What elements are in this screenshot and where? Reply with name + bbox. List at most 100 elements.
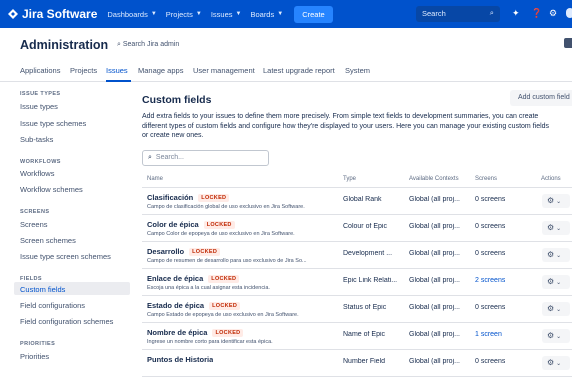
sidebar-item-workflow-schemes[interactable]: Workflow schemes: [20, 185, 83, 194]
settings-gear-icon[interactable]: ⚙: [549, 8, 557, 19]
sidebar-item-issue-types[interactable]: Issue types: [20, 102, 58, 111]
field-name-text: Color de épica: [147, 220, 199, 229]
description-line: Add extra fields to your issues to defin…: [142, 113, 539, 120]
sidebar-item-issue-type-schemes[interactable]: Issue type schemes: [20, 119, 86, 128]
search-icon: ⌕: [148, 154, 152, 161]
chevron-down-icon: ▼: [150, 11, 157, 17]
gear-icon: ⚙: [547, 223, 555, 232]
field-type: Epic Link Relati...: [343, 277, 398, 284]
table-row: Puntos de Historia Number Field Global (al…: [142, 350, 572, 377]
feedback-icon[interactable]: [564, 38, 572, 48]
filter-placeholder: Search...: [155, 154, 184, 161]
tab-applications[interactable]: Applications: [20, 66, 60, 75]
field-screens[interactable]: 1 screen: [475, 331, 502, 338]
field-type: Number Field: [343, 358, 386, 365]
locked-badge: LOCKED: [198, 194, 230, 203]
field-actions-button[interactable]: ⚙ ⌄: [542, 356, 570, 370]
section-description: Add extra fields to your issues to defin…: [142, 112, 572, 141]
field-context: Global (all proj...: [409, 223, 460, 230]
table-row: Clasificación LOCKED Campo de clasificació…: [142, 188, 572, 215]
field-context: Global (all proj...: [409, 196, 460, 203]
sidebar-item-priorities[interactable]: Priorities: [20, 352, 49, 361]
column-header-type: Type: [343, 176, 357, 182]
notifications-icon[interactable]: ✦: [512, 8, 520, 19]
sidebar-item-screens[interactable]: Screens: [20, 220, 48, 229]
nav-issues[interactable]: Issues ▼: [211, 10, 242, 19]
sidebar-item-field-configuration-schemes[interactable]: Field configuration schemes: [20, 317, 113, 326]
sidebar-heading-screens: SCREENS: [20, 209, 50, 215]
chevron-down-icon: ⌄: [556, 334, 562, 340]
tab-latest-upgrade-report[interactable]: Latest upgrade report: [263, 66, 335, 75]
field-actions-button[interactable]: ⚙ ⌄: [542, 329, 570, 343]
field-name[interactable]: Desarrollo LOCKED: [147, 247, 221, 257]
gear-icon: ⚙: [547, 250, 555, 259]
custom-field-search-input[interactable]: ⌕ Search...: [142, 150, 269, 166]
field-description: Campo Color de epopeya de uso exclusivo …: [147, 231, 295, 237]
field-screens: 0 screens: [475, 304, 506, 311]
nav-projects[interactable]: Projects ▼: [166, 10, 202, 19]
field-screens: 0 screens: [475, 358, 506, 365]
field-type: Name of Epic: [343, 331, 386, 338]
jira-logo[interactable]: Jira Software: [8, 7, 97, 21]
search-icon: ⌕: [117, 41, 121, 48]
sidebar-item-custom-fields[interactable]: Custom fields: [20, 285, 65, 294]
field-actions-button[interactable]: ⚙ ⌄: [542, 248, 570, 262]
field-actions-button[interactable]: ⚙ ⌄: [542, 302, 570, 316]
field-description: Campo de resumen de desarrollo para uso …: [147, 258, 307, 264]
table-row: Color de épica LOCKED Campo Color de epope…: [142, 215, 572, 242]
field-name[interactable]: Enlace de épica LOCKED: [147, 274, 240, 284]
locked-badge: LOCKED: [189, 248, 221, 257]
column-header-contexts: Available Contexts: [409, 176, 459, 182]
field-actions-button[interactable]: ⚙ ⌄: [542, 194, 570, 208]
active-tab-indicator: [106, 80, 131, 82]
description-line: different types of custom fields and con…: [142, 122, 550, 130]
tab-manage-apps[interactable]: Manage apps: [138, 66, 183, 75]
nav-projects-label: Projects: [165, 9, 193, 19]
locked-badge: LOCKED: [208, 275, 240, 284]
sidebar-item-field-configurations[interactable]: Field configurations: [20, 301, 85, 310]
sidebar-heading-priorities: PRIORITIES: [20, 341, 56, 347]
field-screens[interactable]: 2 screens: [475, 277, 505, 284]
field-name-text: Desarrollo: [147, 247, 185, 256]
sidebar-item-workflows[interactable]: Workflows: [20, 169, 54, 178]
admin-tabs: Applications Projects Issues Manage apps…: [0, 66, 572, 82]
tab-user-management[interactable]: User management: [193, 66, 255, 75]
field-name[interactable]: Color de épica LOCKED: [147, 220, 235, 230]
table-row: Estado de épica LOCKED Campo Estado de epo…: [142, 296, 572, 323]
product-name: Jira Software: [22, 7, 98, 21]
nav-boards[interactable]: Boards ▼: [250, 10, 283, 19]
field-name-text: Clasificación: [147, 193, 194, 202]
help-icon[interactable]: ❓: [531, 8, 542, 19]
avatar[interactable]: [566, 8, 572, 18]
sidebar-item-sub-tasks[interactable]: Sub-tasks: [20, 135, 53, 144]
tab-system[interactable]: System: [345, 66, 370, 75]
description-line: or create new ones.: [142, 132, 204, 139]
field-name[interactable]: Nombre de épica LOCKED: [147, 328, 244, 338]
field-screens: 0 screens: [475, 223, 506, 230]
chevron-down-icon: ⌄: [556, 226, 562, 232]
chevron-down-icon: ⌄: [556, 280, 562, 286]
field-description: Campo de clasificación global de uso exc…: [147, 204, 305, 210]
column-header-name[interactable]: Name: [147, 176, 163, 182]
field-name[interactable]: Estado de épica LOCKED: [147, 301, 241, 311]
field-name[interactable]: Clasificación LOCKED: [147, 193, 230, 203]
sidebar-item-screen-schemes[interactable]: Screen schemes: [20, 236, 76, 245]
tab-projects[interactable]: Projects: [70, 66, 97, 75]
field-name-text: Estado de épica: [147, 301, 205, 310]
field-actions-button[interactable]: ⚙ ⌄: [542, 221, 570, 235]
add-custom-field-button[interactable]: Add custom field: [510, 90, 572, 106]
sidebar-item-issue-type-screen-schemes[interactable]: Issue type screen schemes: [20, 252, 111, 261]
nav-boards-label: Boards: [250, 9, 275, 19]
create-button[interactable]: Create: [294, 5, 333, 23]
locked-badge: LOCKED: [209, 302, 241, 311]
tab-issues[interactable]: Issues: [106, 66, 128, 75]
global-search-input[interactable]: Search ⌕: [416, 6, 500, 22]
field-description: Ingrese un nombre corto para identificar…: [147, 339, 273, 345]
chevron-down-icon: ▼: [195, 11, 202, 17]
chevron-down-icon: ▼: [277, 11, 284, 17]
admin-search[interactable]: ⌕ Search Jira admin: [117, 41, 179, 49]
nav-dashboards[interactable]: Dashboards ▼: [107, 10, 156, 19]
field-actions-button[interactable]: ⚙ ⌄: [542, 275, 570, 289]
global-search-placeholder: Search: [422, 9, 446, 18]
field-name[interactable]: Puntos de Historia: [147, 355, 213, 364]
